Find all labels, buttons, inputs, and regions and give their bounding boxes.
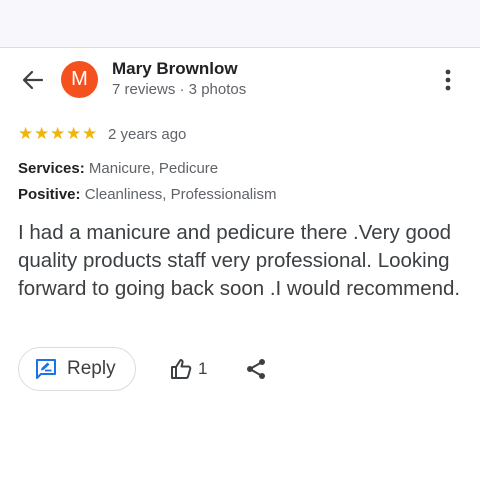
attribute-value: Manicure, Pedicure: [88, 160, 219, 177]
services-attribute: Services: Manicure, Pedicure: [18, 160, 218, 177]
positive-attribute: Positive: Cleanliness, Professionalism: [18, 186, 276, 203]
thumbs-up-icon: [171, 359, 192, 379]
attribute-label: Services:: [18, 160, 85, 177]
review-date: 2 years ago: [108, 125, 187, 143]
share-button[interactable]: [244, 357, 268, 381]
star-icon: ★: [82, 123, 98, 144]
reviewer-header: M Mary Brownlow 7 reviews · 3 photos: [0, 48, 480, 112]
star-icon: ★: [18, 123, 34, 144]
attribute-label: Positive:: [18, 186, 81, 203]
reviewer-meta: 7 reviews · 3 photos: [112, 81, 247, 98]
status-bar-area: [0, 0, 480, 48]
avatar[interactable]: M: [61, 61, 98, 98]
share-icon: [247, 359, 265, 379]
like-button[interactable]: 1: [170, 356, 207, 382]
back-arrow-icon: [22, 70, 44, 90]
rating-row: ★ ★ ★ ★ ★ 2 years ago: [18, 123, 186, 145]
reviewer-name[interactable]: Mary Brownlow: [112, 59, 238, 79]
review-actions: Reply 1: [18, 347, 458, 391]
more-vert-icon: [445, 69, 451, 91]
star-rating: ★ ★ ★ ★ ★: [18, 123, 98, 144]
reply-button[interactable]: Reply: [18, 347, 136, 391]
back-button[interactable]: [18, 66, 48, 94]
like-count: 1: [198, 359, 208, 378]
star-icon: ★: [34, 123, 50, 144]
attribute-value: Cleanliness, Professionalism: [84, 186, 277, 203]
star-icon: ★: [66, 123, 82, 144]
more-options-button[interactable]: [436, 66, 460, 94]
star-icon: ★: [50, 123, 66, 144]
review-text: I had a manicure and pedicure there .Ver…: [18, 221, 461, 300]
reply-label: Reply: [67, 358, 116, 379]
reply-edit-icon: [35, 358, 57, 380]
